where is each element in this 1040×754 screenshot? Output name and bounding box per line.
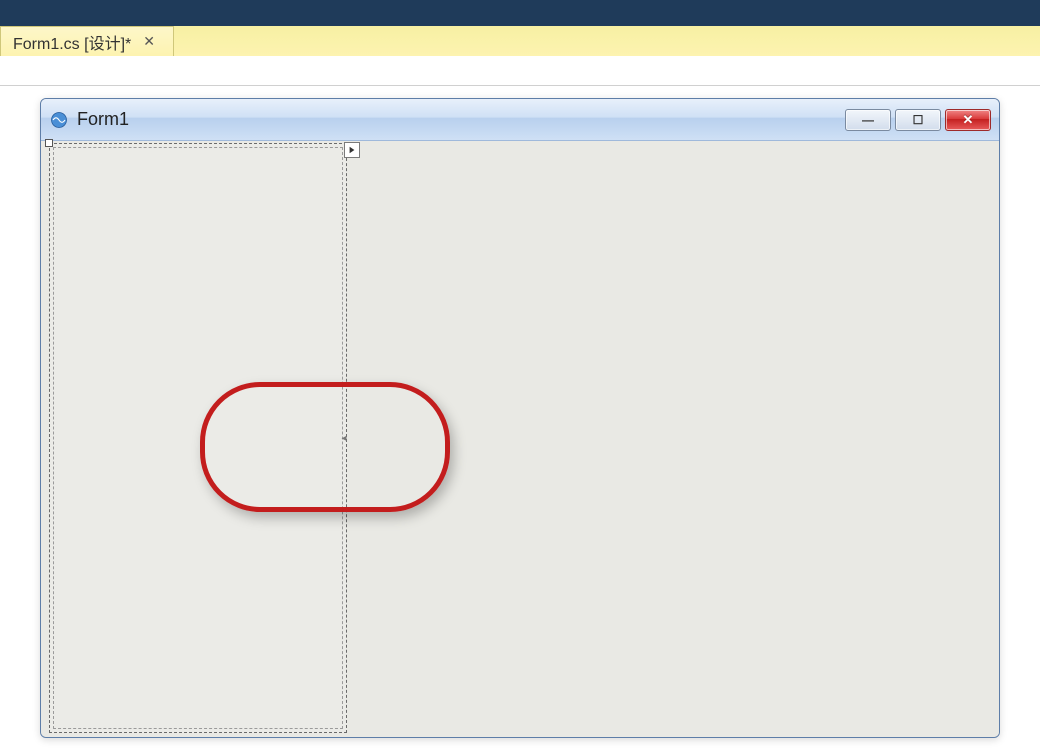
tab-close-button[interactable]: ✕ <box>141 33 157 50</box>
form-client-area[interactable]: ◂ <box>41 141 999 737</box>
window-control-buttons: — ☐ ✕ <box>845 109 991 131</box>
maximize-icon: ☐ <box>913 114 924 126</box>
selection-handle-top-left[interactable] <box>45 139 53 147</box>
form-titlebar: Form1 — ☐ ✕ <box>41 99 999 141</box>
minimize-button[interactable]: — <box>845 109 891 131</box>
resize-grip-icon[interactable]: ◂ <box>341 430 347 446</box>
minimize-icon: — <box>862 114 874 126</box>
selected-control-menustrip[interactable]: ◂ <box>49 143 347 733</box>
smart-tag-glyph[interactable] <box>344 142 360 158</box>
tab-label: Form1.cs [设计]* <box>13 30 131 54</box>
document-tab-strip: Form1.cs [设计]* ✕ <box>0 0 1040 56</box>
toolbar-spacer <box>0 56 1040 86</box>
form-icon <box>49 110 69 130</box>
maximize-button[interactable]: ☐ <box>895 109 941 131</box>
close-icon: ✕ <box>963 113 974 126</box>
designed-form-window[interactable]: Form1 — ☐ ✕ ◂ <box>40 98 1000 738</box>
close-button[interactable]: ✕ <box>945 109 991 131</box>
designer-surface[interactable]: Form1 — ☐ ✕ ◂ <box>0 86 1040 754</box>
form-title: Form1 <box>77 109 837 130</box>
document-tab-form1[interactable]: Form1.cs [设计]* ✕ <box>0 26 174 56</box>
